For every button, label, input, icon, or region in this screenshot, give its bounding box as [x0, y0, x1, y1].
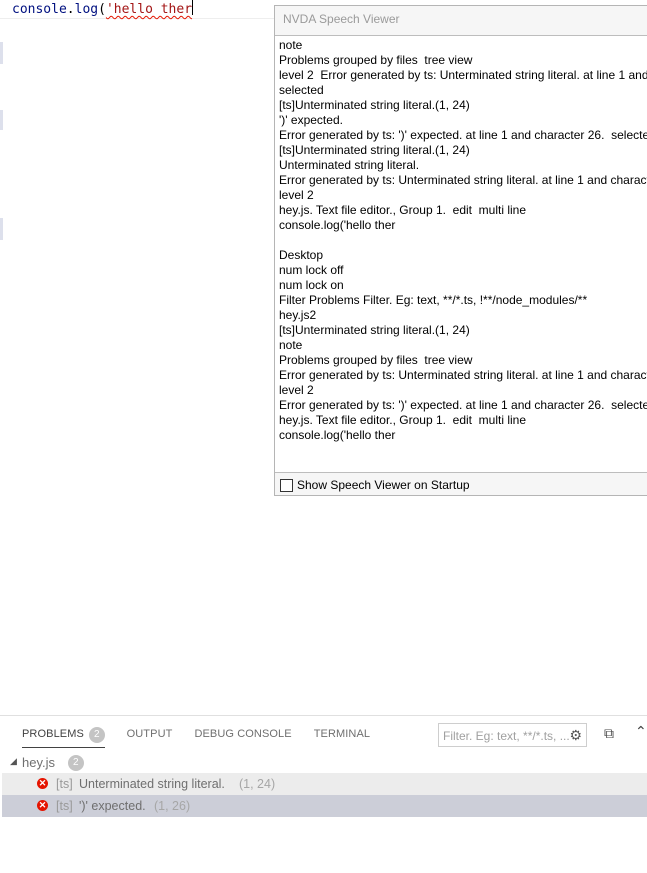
- problem-row[interactable]: ✕ [ts] Unterminated string literal. (1, …: [2, 773, 647, 795]
- text-caret: [192, 0, 194, 15]
- speech-log-line: level 2: [279, 188, 314, 202]
- filter-settings-icon[interactable]: ⚙: [569, 727, 582, 744]
- startup-checkbox-row[interactable]: Show Speech Viewer on Startup: [280, 478, 470, 492]
- speech-log-line: Problems grouped by files tree view: [279, 353, 473, 367]
- speech-log-line: console.log('hello ther: [279, 428, 396, 442]
- tab-output[interactable]: OUTPUT: [127, 726, 173, 748]
- speech-log-line: Error generated by ts: Unterminated stri…: [279, 368, 647, 382]
- problem-message: Unterminated string literal.: [79, 777, 225, 791]
- tab-problems[interactable]: PROBLEMS 2: [22, 726, 105, 748]
- nvda-speech-viewer-window: NVDA Speech Viewer note Problems grouped …: [274, 5, 647, 496]
- tab-problems-label: PROBLEMS: [22, 728, 84, 740]
- code-identifier: console: [12, 2, 67, 17]
- code-line[interactable]: console.log('hello ther: [12, 0, 194, 18]
- speech-log-line: num lock on: [279, 278, 344, 292]
- problem-source: [ts]: [56, 799, 73, 813]
- filter-placeholder: Filter. Eg: text, **/*.ts, ...: [443, 729, 570, 743]
- code-method: log: [74, 2, 99, 17]
- speech-log-line: Problems grouped by files tree view: [279, 53, 473, 67]
- speech-log-line: [ts]Unterminated string literal.(1, 24): [279, 143, 470, 157]
- speech-log-line: hey.js2: [279, 308, 317, 322]
- speech-log-line: [ts]Unterminated string literal.(1, 24): [279, 98, 470, 112]
- speech-log-line: num lock off: [279, 263, 344, 277]
- problem-message: ')' expected.: [79, 799, 146, 813]
- speech-log-line: selected: [279, 83, 324, 97]
- speech-log-line: Error generated by ts: ')' expected. at …: [279, 398, 647, 412]
- bottom-panel: PROBLEMS 2 OUTPUT DEBUG CONSOLE TERMINAL …: [0, 715, 647, 873]
- speech-log-line: Filter Problems Filter. Eg: text, **/*.t…: [279, 293, 588, 307]
- speech-log-line: [279, 233, 647, 248]
- speech-log-line: level 2 Error generated by ts: Untermina…: [279, 68, 647, 82]
- startup-checkbox-label: Show Speech Viewer on Startup: [297, 478, 470, 492]
- gutter-marker: [0, 110, 3, 130]
- speech-log-line: Error generated by ts: Unterminated stri…: [279, 173, 647, 187]
- speech-log-line: note: [279, 38, 303, 52]
- tab-debug-console[interactable]: DEBUG CONSOLE: [194, 726, 291, 748]
- window-title: NVDA Speech Viewer: [283, 12, 400, 26]
- file-group-row[interactable]: ◢ hey.js 2: [0, 753, 647, 773]
- startup-checkbox[interactable]: [280, 478, 293, 492]
- file-problem-count: 2: [68, 755, 84, 771]
- chevron-up-icon[interactable]: ⌃: [635, 724, 647, 740]
- problem-position: (1, 26): [154, 799, 191, 813]
- speech-log-line: Desktop: [279, 248, 324, 262]
- file-name: hey.js: [22, 755, 55, 770]
- problems-filter-input[interactable]: Filter. Eg: text, **/*.ts, ... ⚙: [438, 723, 587, 747]
- speech-log-line: hey.js. Text file editor., Group 1. edit…: [279, 203, 527, 217]
- speech-log-line: [ts]Unterminated string literal.(1, 24): [279, 323, 470, 337]
- problem-row[interactable]: ✕ [ts] ')' expected. (1, 26): [2, 795, 647, 817]
- speech-log-lines: note Problems grouped by files tree view l…: [275, 36, 647, 443]
- speech-log-line: note: [279, 338, 303, 352]
- speech-log-line: Unterminated string literal.: [279, 158, 420, 172]
- expanded-triangle-icon[interactable]: ◢: [10, 756, 17, 767]
- speech-log-line: console.log('hello ther: [279, 218, 396, 232]
- problems-count-badge: 2: [88, 727, 105, 743]
- speech-log-line: Error generated by ts: ')' expected. at …: [279, 128, 647, 142]
- speech-log-line: level 2: [279, 383, 314, 397]
- speech-log[interactable]: note Problems grouped by files tree view l…: [275, 35, 647, 473]
- tab-terminal[interactable]: TERMINAL: [314, 726, 370, 748]
- code-dot: .: [66, 2, 75, 17]
- error-circle-icon: ✕: [37, 800, 48, 811]
- gutter-marker: [0, 42, 3, 64]
- gutter-marker: [0, 218, 3, 240]
- code-paren: (: [98, 2, 106, 17]
- speech-log-line: hey.js. Text file editor., Group 1. edit…: [279, 413, 527, 427]
- collapse-all-icon[interactable]: ⧉: [604, 726, 614, 742]
- panel-tabs: PROBLEMS 2 OUTPUT DEBUG CONSOLE TERMINAL: [22, 726, 392, 748]
- problem-position: (1, 24): [239, 777, 276, 791]
- error-circle-icon: ✕: [37, 778, 48, 789]
- speech-log-line: ')' expected.: [279, 113, 343, 127]
- problem-source: [ts]: [56, 777, 73, 791]
- code-string-error: 'hello ther: [105, 2, 193, 17]
